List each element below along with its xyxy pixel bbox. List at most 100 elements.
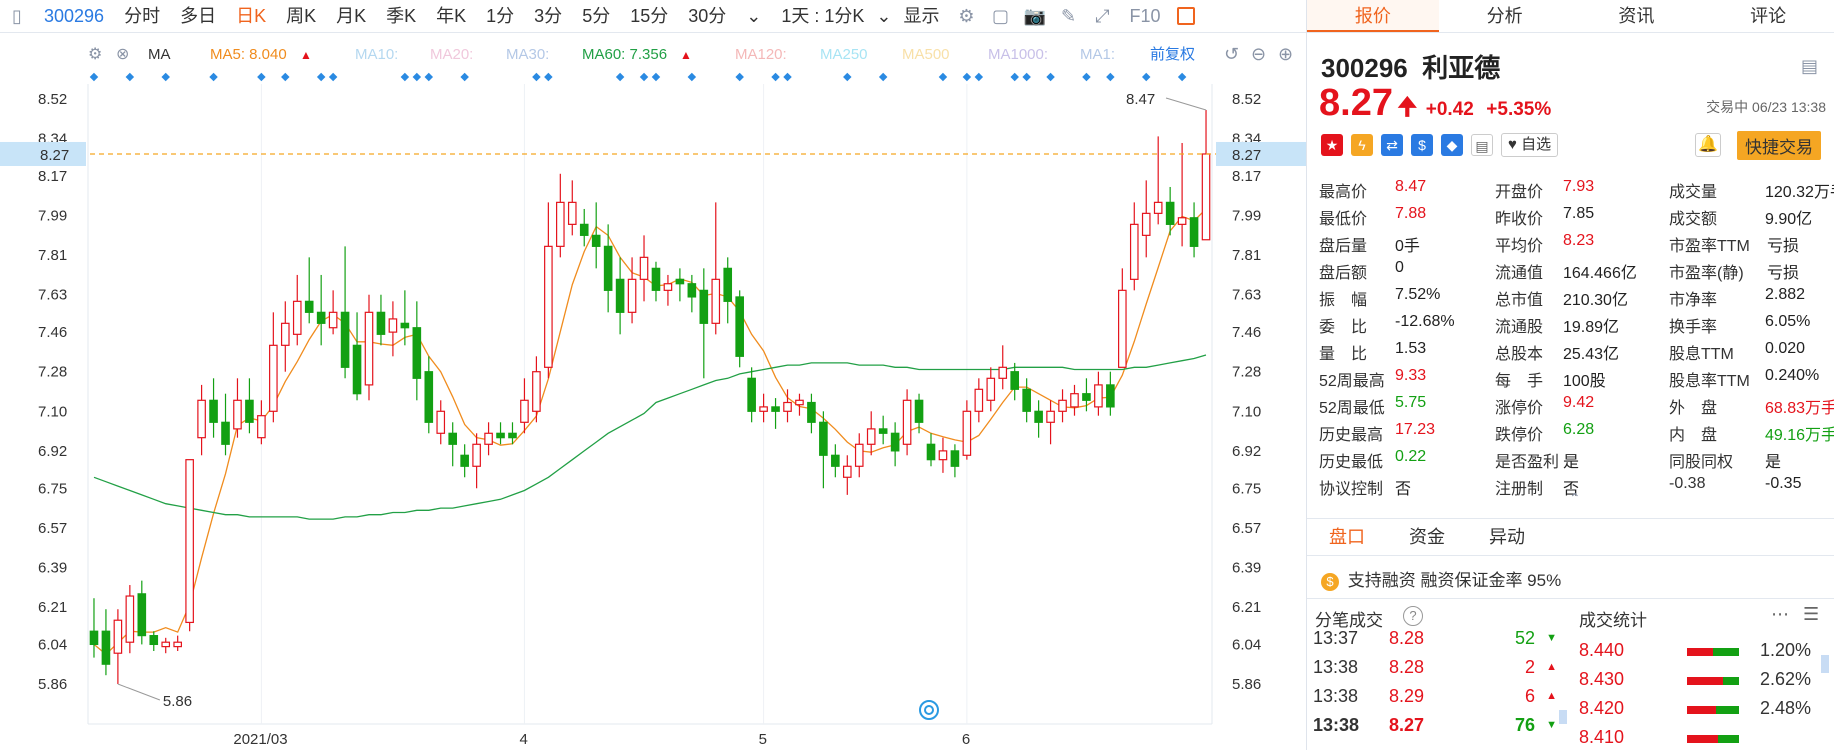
scroll-reset-icon[interactable] xyxy=(919,700,939,720)
detail-icon[interactable]: ▤ xyxy=(1801,56,1818,77)
candle[interactable] xyxy=(328,290,338,335)
period-tab[interactable]: 周K xyxy=(276,0,326,33)
event-marker[interactable] xyxy=(771,72,780,82)
period-tab[interactable]: 15分 xyxy=(620,0,678,33)
lightning-icon[interactable]: ϟ xyxy=(1351,134,1373,156)
candle[interactable] xyxy=(448,422,458,467)
candle[interactable] xyxy=(556,173,565,258)
candle[interactable] xyxy=(687,274,697,313)
candle[interactable] xyxy=(209,378,218,438)
candle[interactable] xyxy=(520,378,529,434)
interval-chevron-icon[interactable]: ⌄ xyxy=(874,0,893,33)
candle[interactable] xyxy=(950,444,960,478)
undo-icon[interactable]: ↺ xyxy=(1224,44,1239,64)
candle[interactable] xyxy=(460,444,469,478)
candle[interactable] xyxy=(807,393,816,434)
note-icon[interactable]: ▤ xyxy=(1471,134,1493,156)
zoom-in-icon[interactable]: ⊕ xyxy=(1278,44,1293,64)
candle[interactable] xyxy=(257,400,266,445)
ma-close-icon[interactable]: ⊗ xyxy=(116,46,129,63)
candle[interactable] xyxy=(1141,180,1151,258)
f10-button[interactable]: F10 xyxy=(1119,0,1170,33)
candle[interactable] xyxy=(89,598,99,658)
candle[interactable] xyxy=(496,422,505,445)
event-marker[interactable] xyxy=(161,72,170,82)
candle[interactable] xyxy=(675,268,685,302)
candle[interactable] xyxy=(854,433,864,478)
candle[interactable] xyxy=(1022,378,1031,423)
event-marker[interactable] xyxy=(651,72,661,82)
candle[interactable] xyxy=(149,631,159,652)
candle[interactable] xyxy=(280,301,290,372)
event-marker[interactable] xyxy=(544,72,553,82)
candle[interactable] xyxy=(699,268,709,379)
event-marker[interactable] xyxy=(209,72,218,82)
event-marker[interactable] xyxy=(962,72,972,82)
panel-toggle-icon[interactable] xyxy=(1176,7,1195,25)
ma-settings-icon[interactable]: ⚙ xyxy=(88,46,102,63)
event-marker[interactable] xyxy=(878,72,888,82)
candle[interactable] xyxy=(1070,384,1079,416)
stats-scrollbar[interactable] xyxy=(1821,655,1829,673)
event-marker[interactable] xyxy=(460,72,469,82)
candle[interactable] xyxy=(842,455,852,495)
candle[interactable] xyxy=(878,415,888,445)
candle[interactable] xyxy=(1189,202,1199,258)
panel-tab[interactable]: 报价 xyxy=(1307,0,1439,32)
event-marker[interactable] xyxy=(1106,72,1115,82)
collapse-icon[interactable]: ⌃ xyxy=(1569,490,1581,507)
period-tab[interactable]: 月K xyxy=(326,0,376,33)
candle[interactable] xyxy=(567,180,577,236)
fullscreen-icon[interactable]: ⤢ xyxy=(1091,5,1113,27)
interval-dropdown[interactable]: 1天 : 1分K xyxy=(771,0,874,33)
candle[interactable] xyxy=(472,433,481,489)
candle[interactable] xyxy=(866,411,876,456)
candle[interactable] xyxy=(711,202,721,335)
more-icon[interactable]: ⋯ xyxy=(1771,604,1789,625)
period-tab[interactable]: 3分 xyxy=(524,0,572,33)
event-marker[interactable] xyxy=(400,72,410,82)
candle[interactable] xyxy=(233,378,242,438)
event-marker[interactable] xyxy=(316,72,326,82)
event-marker[interactable] xyxy=(843,72,852,82)
candle[interactable] xyxy=(819,411,828,489)
panel-tab[interactable]: 分析 xyxy=(1439,0,1571,32)
event-marker[interactable] xyxy=(125,72,135,82)
zoom-out-icon[interactable]: ⊖ xyxy=(1251,44,1266,64)
candle[interactable] xyxy=(1058,389,1067,423)
candle[interactable] xyxy=(113,609,123,684)
candle[interactable] xyxy=(388,301,398,357)
watchlist-button[interactable]: ♥ 自选 xyxy=(1501,133,1559,157)
candle[interactable] xyxy=(316,274,326,346)
candle[interactable] xyxy=(1118,268,1127,368)
tag-icon[interactable]: ◆ xyxy=(1441,134,1463,156)
candle[interactable] xyxy=(340,246,350,379)
candle[interactable] xyxy=(352,312,362,401)
candle[interactable] xyxy=(364,294,374,401)
candle[interactable] xyxy=(962,400,972,460)
candle[interactable] xyxy=(1010,362,1020,401)
candle[interactable] xyxy=(292,274,302,346)
candle[interactable] xyxy=(245,378,254,434)
candle[interactable] xyxy=(173,635,182,652)
event-marker[interactable] xyxy=(424,72,434,82)
event-marker[interactable] xyxy=(1046,72,1055,82)
candle[interactable] xyxy=(412,301,422,401)
event-marker[interactable] xyxy=(281,72,290,82)
candle[interactable] xyxy=(579,208,589,247)
candle[interactable] xyxy=(771,398,780,429)
candle[interactable] xyxy=(831,444,840,478)
candle[interactable] xyxy=(436,400,446,445)
period-tab[interactable]: 分时 xyxy=(114,0,170,33)
candle[interactable] xyxy=(1034,400,1043,438)
ma-label[interactable]: MA xyxy=(148,46,171,63)
shuffle-icon[interactable]: ⇄ xyxy=(1381,134,1403,156)
dollar-icon[interactable]: $ xyxy=(1411,134,1433,156)
display-dropdown[interactable]: 显示 xyxy=(893,0,949,33)
candle[interactable] xyxy=(926,433,936,467)
candle[interactable] xyxy=(1153,136,1163,225)
event-marker[interactable] xyxy=(639,72,649,82)
list-icon[interactable]: ☰ xyxy=(1803,604,1819,625)
settings-icon[interactable]: ⚙ xyxy=(955,5,977,27)
candle[interactable] xyxy=(1094,371,1103,416)
